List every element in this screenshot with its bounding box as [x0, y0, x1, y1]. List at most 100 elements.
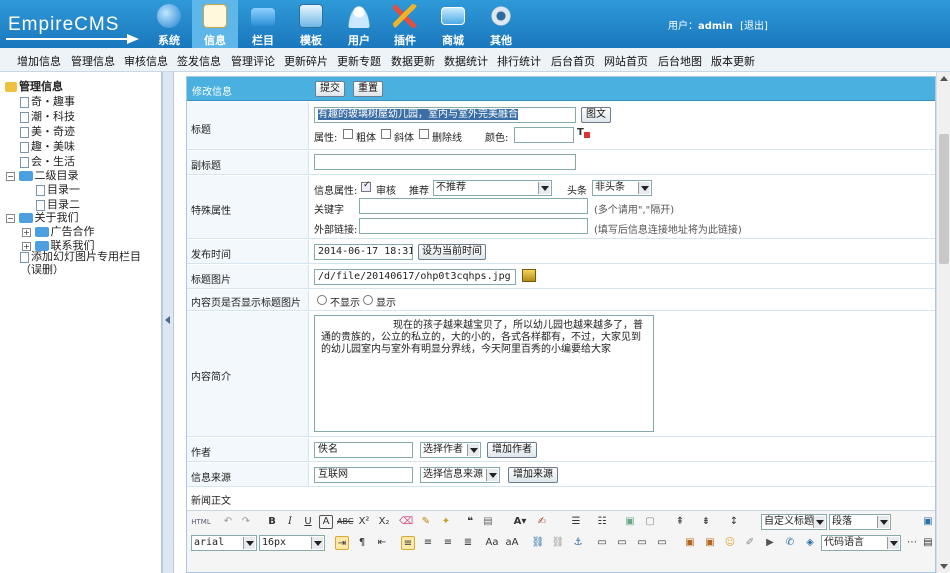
html-source-icon[interactable]: HTML — [191, 515, 211, 529]
scroll-down-icon[interactable] — [940, 564, 948, 569]
direction-ltr-icon[interactable]: ⇥ — [335, 536, 349, 550]
case-upper-icon[interactable]: Aa — [485, 536, 499, 550]
tree-item[interactable]: 趣・美味 — [20, 138, 75, 154]
titlepic-input[interactable]: /d/file/20140617/ohp0t3cqhps.jpg — [314, 269, 516, 285]
color-input[interactable] — [514, 127, 574, 143]
underline-icon[interactable]: U — [301, 515, 315, 529]
bold-icon[interactable]: B — [265, 515, 279, 529]
subscript-icon[interactable]: X₂ — [377, 515, 391, 529]
menu-item[interactable]: 排行统计 — [497, 53, 541, 69]
menu-item[interactable]: 更新专题 — [337, 53, 381, 69]
pagebreak-icon[interactable]: ⋯ — [905, 536, 919, 550]
nav-shop[interactable]: 商城 — [430, 0, 476, 48]
nav-user[interactable]: 用户 — [336, 0, 382, 48]
background-color-icon[interactable]: ✍ — [535, 515, 549, 529]
format-brush-icon[interactable]: ✎ — [419, 515, 433, 529]
nav-info[interactable]: 信息 — [192, 0, 238, 48]
keywords-input[interactable] — [359, 198, 588, 214]
undo-icon[interactable]: ↶ — [221, 515, 235, 529]
clear-doc-icon[interactable]: ▢ — [643, 515, 657, 529]
line-height-icon[interactable]: ↕ — [727, 515, 741, 529]
tree-item[interactable]: 美・奇迹 — [20, 123, 75, 139]
image-float-none-icon[interactable]: ▭ — [595, 536, 609, 550]
redo-icon[interactable]: ↷ — [239, 515, 253, 529]
source-select[interactable]: 选择信息来源 — [420, 467, 500, 483]
menu-item[interactable]: 数据更新 — [391, 53, 435, 69]
unordered-list-icon[interactable]: ☷ — [595, 515, 609, 529]
scroll-thumb[interactable] — [939, 134, 949, 264]
no-show-radio[interactable] — [317, 295, 327, 305]
ordered-list-icon[interactable]: ☰ — [569, 515, 583, 529]
auto-format-icon[interactable]: ✦ — [439, 515, 453, 529]
strike-checkbox[interactable] — [419, 129, 429, 139]
paragraph-mark-icon[interactable]: ¶ — [355, 536, 369, 550]
unlink-icon[interactable]: ⛓ — [551, 536, 565, 550]
source-input[interactable]: 互联网 — [314, 467, 413, 483]
tree-item-slider[interactable]: 添加幻灯图片专用栏目（误删） — [20, 250, 160, 276]
custom-title-select[interactable]: 自定义标题 — [761, 514, 827, 530]
collapse-icon[interactable]: − — [6, 171, 15, 181]
eraser-icon[interactable]: ⌫ — [399, 515, 413, 529]
superscript-icon[interactable]: X² — [357, 515, 371, 529]
menu-item[interactable]: 版本更新 — [711, 53, 755, 69]
menu-item[interactable]: 签发信息 — [177, 53, 221, 69]
tree-item[interactable]: 目录一 — [36, 181, 80, 197]
audit-checkbox[interactable]: ✓ — [361, 180, 371, 192]
image-float-left-icon[interactable]: ▭ — [615, 536, 629, 550]
case-lower-icon[interactable]: aA — [505, 536, 519, 550]
scroll-up-icon[interactable] — [940, 76, 948, 81]
scrawl-icon[interactable]: ✐ — [743, 536, 757, 550]
blockquote-icon[interactable]: ❝ — [463, 515, 477, 529]
code-language-select[interactable]: 代码语言 — [821, 535, 901, 551]
logout-link[interactable]: [退出] — [740, 21, 768, 32]
add-author-button[interactable]: 增加作者 — [487, 442, 537, 458]
nav-column[interactable]: 栏目 — [240, 0, 286, 48]
menu-item[interactable]: 网站首页 — [604, 53, 648, 69]
intro-textarea[interactable]: 现在的孩子越来越宝贝了，所以幼儿园也越来越多了，普通的贵族的，公立的私立的，大的… — [314, 315, 654, 432]
nav-system[interactable]: 系统 — [146, 0, 192, 48]
tree-root[interactable]: 管理信息 — [5, 78, 63, 94]
menu-item[interactable]: 管理评论 — [231, 53, 275, 69]
align-center-icon[interactable]: ≡ — [421, 536, 435, 550]
expand-icon[interactable]: + — [22, 227, 31, 237]
menu-item[interactable]: 审核信息 — [124, 53, 168, 69]
anchor-icon[interactable]: ⚓ — [571, 536, 585, 550]
template-insert-icon[interactable]: ▤ — [921, 536, 935, 550]
set-current-time-button[interactable]: 设为当前时间 — [418, 244, 486, 260]
color-picker-icon[interactable]: T — [577, 127, 590, 138]
align-left-icon[interactable]: ≡ — [401, 536, 415, 550]
strikethrough-icon[interactable]: ABC — [337, 515, 353, 529]
font-size-select[interactable]: 16px — [259, 535, 325, 551]
title-input[interactable]: 有趣的玻璃树屋幼儿园，室内与室外完美融合 — [314, 107, 576, 123]
recommend-select[interactable]: 不推荐 — [433, 180, 552, 196]
tree-item[interactable]: 潮・科技 — [20, 108, 75, 124]
author-select[interactable]: 选择作者 — [420, 442, 481, 458]
submit-button[interactable]: 提交 — [315, 81, 345, 97]
align-justify-icon[interactable]: ≣ — [461, 536, 475, 550]
font-border-icon[interactable]: A — [319, 515, 333, 529]
emotion-icon[interactable]: ☺ — [723, 536, 737, 550]
menu-item[interactable]: 数据统计 — [444, 53, 488, 69]
menu-item[interactable]: 更新碎片 — [284, 53, 328, 69]
insert-video-icon[interactable]: ▶ — [763, 536, 777, 550]
map-icon[interactable]: ◈ — [803, 536, 817, 550]
author-input[interactable]: 佚名 — [314, 442, 413, 458]
subtitle-input[interactable] — [314, 154, 576, 170]
paragraph-select[interactable]: 段落 — [829, 514, 891, 530]
reset-button[interactable]: 重置 — [353, 81, 383, 97]
font-family-select[interactable]: arial — [191, 535, 257, 551]
image-float-right-icon[interactable]: ▭ — [635, 536, 649, 550]
image-center-icon[interactable]: ▭ — [655, 536, 669, 550]
menu-item[interactable]: 后台地图 — [658, 53, 702, 69]
paste-plain-icon[interactable]: ▤ — [481, 515, 495, 529]
image-browse-icon[interactable] — [522, 269, 536, 282]
headline-select[interactable]: 非头条 — [592, 180, 652, 196]
add-source-button[interactable]: 增加来源 — [508, 467, 558, 483]
select-all-icon[interactable]: ▣ — [623, 515, 637, 529]
direction-rtl-icon[interactable]: ⇤ — [375, 536, 389, 550]
nav-plugin[interactable]: 插件 — [382, 0, 428, 48]
picture-text-button[interactable]: 图文 — [581, 107, 611, 123]
nav-other[interactable]: 其他 — [478, 0, 524, 48]
collapse-icon[interactable]: − — [6, 213, 15, 223]
nav-template[interactable]: 模板 — [288, 0, 334, 48]
